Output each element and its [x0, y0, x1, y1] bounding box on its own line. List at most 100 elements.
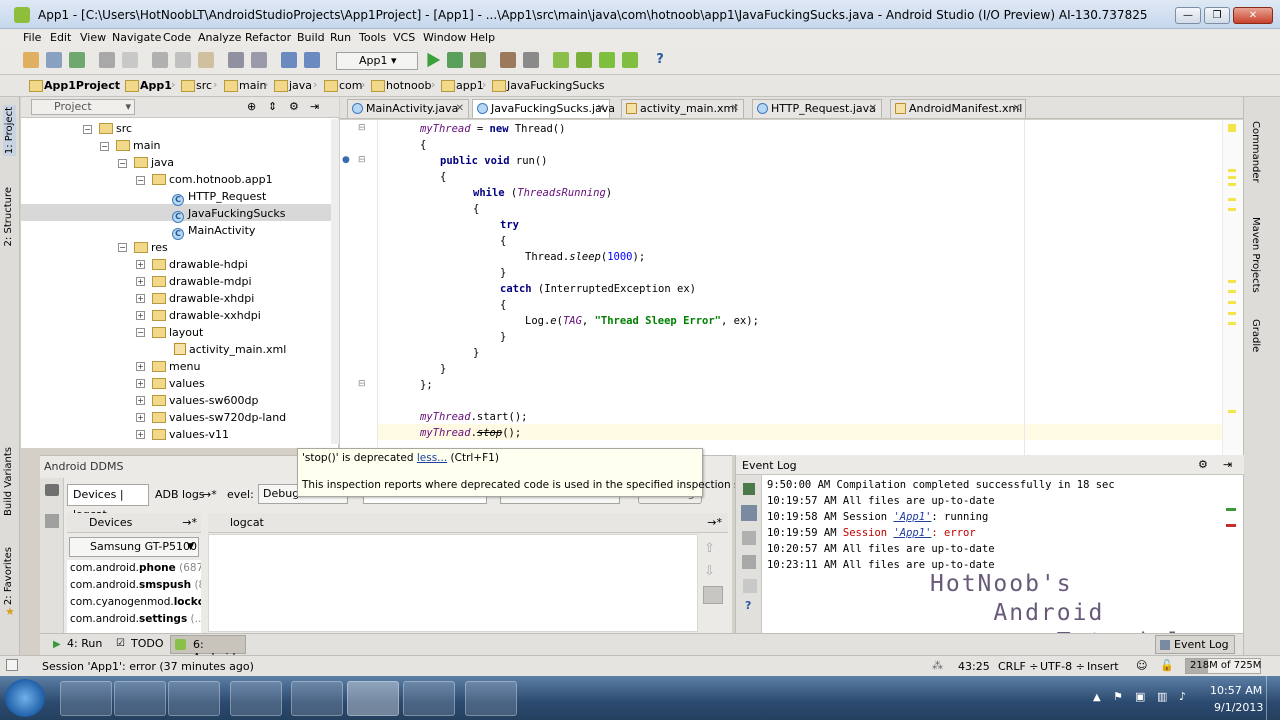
- code-editor[interactable]: ⊟ ● ⊟ ⊟ myThread = new Thread() { public…: [340, 120, 1243, 455]
- close-tab-icon[interactable]: ✕: [869, 100, 877, 117]
- warning-mark[interactable]: [1228, 280, 1236, 283]
- find-icon[interactable]: [228, 52, 244, 68]
- tab-adb-logs[interactable]: ADB logs: [155, 488, 205, 501]
- inspector-icon[interactable]: ☺: [1136, 659, 1147, 672]
- maximize-button[interactable]: ❐: [1204, 7, 1230, 24]
- tree-toggle[interactable]: +: [136, 362, 145, 371]
- media-player-icon[interactable]: [168, 681, 220, 716]
- tab-favorites[interactable]: 2: Favorites: [3, 547, 14, 605]
- process-item[interactable]: com.android.settings (...: [70, 611, 201, 628]
- tray-network-icon[interactable]: ▥: [1157, 690, 1167, 703]
- breadcrumb-java[interactable]: java: [274, 79, 312, 92]
- editor-gutter[interactable]: ⊟ ● ⊟ ⊟: [340, 120, 378, 455]
- tree-toggle[interactable]: +: [136, 260, 145, 269]
- project-structure-icon[interactable]: [500, 52, 516, 68]
- chrome-icon[interactable]: [230, 681, 282, 716]
- tree-node[interactable]: values-sw720dp-land: [152, 409, 286, 426]
- tree-toggle[interactable]: −: [136, 328, 145, 337]
- menu-code[interactable]: Code: [163, 31, 191, 44]
- project-scrollbar[interactable]: [331, 119, 339, 444]
- tree-node[interactable]: drawable-xhdpi: [152, 290, 254, 307]
- undo-icon[interactable]: [99, 52, 115, 68]
- help-icon[interactable]: ?: [652, 52, 668, 68]
- android-icon[interactable]: [622, 52, 638, 68]
- fold-marker-icon[interactable]: ⊟: [358, 379, 366, 389]
- clock-time[interactable]: 10:57 AM: [1210, 684, 1262, 697]
- inspection-status-icon[interactable]: [1228, 124, 1236, 132]
- command-prompt-icon[interactable]: [403, 681, 455, 716]
- warning-mark[interactable]: [1228, 322, 1236, 325]
- tree-toggle[interactable]: −: [118, 243, 127, 252]
- menu-edit[interactable]: Edit: [50, 31, 71, 44]
- warning-mark[interactable]: [1228, 312, 1236, 315]
- menu-build[interactable]: Build: [297, 31, 325, 44]
- warning-mark[interactable]: [1228, 410, 1236, 413]
- process-item[interactable]: com.android.smspush (8: [70, 577, 201, 594]
- tree-node[interactable]: layout: [152, 324, 203, 341]
- close-button[interactable]: ✕: [1233, 7, 1273, 24]
- tree-toggle[interactable]: +: [136, 396, 145, 405]
- breadcrumb-hotnoob[interactable]: hotnoob: [371, 79, 431, 92]
- tab-structure-tool[interactable]: 2: Structure: [3, 187, 14, 246]
- scroll-to-end-icon[interactable]: [703, 586, 723, 604]
- run-config-dropdown[interactable]: App1 ▾: [336, 52, 418, 70]
- redo-icon[interactable]: [122, 52, 138, 68]
- run-icon[interactable]: [743, 483, 755, 495]
- settings-icon[interactable]: ⚙: [289, 100, 299, 113]
- breadcrumb-main[interactable]: main: [224, 79, 266, 92]
- caret-position[interactable]: 43:25: [958, 660, 990, 673]
- memory-indicator[interactable]: 218M of 725M: [1185, 658, 1261, 674]
- screen-capture-icon[interactable]: [45, 484, 59, 496]
- debug-icon[interactable]: [447, 52, 463, 68]
- menu-vcs[interactable]: VCS: [393, 31, 415, 44]
- internet-explorer-icon[interactable]: [60, 681, 112, 716]
- warning-mark[interactable]: [1228, 169, 1236, 172]
- breadcrumb-app1[interactable]: app1: [441, 79, 484, 92]
- status-message[interactable]: Session 'App1': error (37 minutes ago): [42, 660, 254, 673]
- window-title-bar[interactable]: App1 - [C:\Users\HotNoobLT\AndroidStudio…: [0, 0, 1280, 29]
- tree-toggle[interactable]: +: [136, 277, 145, 286]
- session-link[interactable]: 'App1': [893, 527, 931, 539]
- copy-icon[interactable]: [175, 52, 191, 68]
- scroll-up-icon[interactable]: ⇧: [704, 541, 715, 556]
- expand-icon[interactable]: [743, 579, 757, 593]
- tree-node[interactable]: values: [152, 375, 205, 392]
- menu-run[interactable]: Run: [330, 31, 351, 44]
- tree-toggle[interactable]: +: [136, 430, 145, 439]
- warning-mark[interactable]: [1228, 290, 1236, 293]
- tree-toggle[interactable]: −: [100, 142, 109, 151]
- open-icon[interactable]: [23, 52, 39, 68]
- back-icon[interactable]: [281, 52, 297, 68]
- tree-toggle[interactable]: +: [136, 379, 145, 388]
- tab-activity-main-xml[interactable]: activity_main.xml ✕: [621, 99, 744, 118]
- warning-mark[interactable]: [1228, 208, 1236, 211]
- breadcrumb-com[interactable]: com: [324, 79, 363, 92]
- session-link[interactable]: 'App1': [893, 511, 931, 523]
- breadcrumb-class[interactable]: JavaFuckingSucks: [492, 79, 604, 92]
- tree-toggle[interactable]: +: [136, 311, 145, 320]
- cut-icon[interactable]: [152, 52, 168, 68]
- tree-node[interactable]: C HTTP_Request: [172, 188, 266, 206]
- settings-icon[interactable]: [742, 555, 756, 569]
- fold-marker-icon[interactable]: ⊟: [358, 155, 366, 165]
- settings-icon[interactable]: [523, 52, 539, 68]
- menu-file[interactable]: File: [23, 31, 41, 44]
- collapse-all-icon[interactable]: ⇕: [268, 100, 277, 113]
- tree-node[interactable]: menu: [152, 358, 200, 375]
- scroll-from-source-icon[interactable]: ⊕: [247, 100, 256, 113]
- tab-http-request[interactable]: HTTP_Request.java ✕: [752, 99, 882, 118]
- tab-todo-tool[interactable]: TODO: [131, 637, 164, 650]
- tree-node[interactable]: values-v11: [152, 426, 229, 443]
- settings-icon[interactable]: [45, 514, 59, 528]
- tray-expand-icon[interactable]: ▲: [1093, 692, 1101, 703]
- forward-icon[interactable]: [304, 52, 320, 68]
- tree-node[interactable]: C MainActivity: [172, 222, 255, 240]
- tree-node[interactable]: drawable-xxhdpi: [152, 307, 261, 324]
- insert-mode[interactable]: Insert: [1087, 660, 1119, 673]
- line-separator[interactable]: CRLF ÷: [998, 660, 1039, 673]
- tab-run-tool[interactable]: 4: Run: [67, 637, 102, 650]
- paste-icon[interactable]: [198, 52, 214, 68]
- tab-gradle[interactable]: Gradle: [1250, 319, 1261, 352]
- scroll-down-icon[interactable]: ⇩: [704, 564, 715, 579]
- tab-javafuckingsucks[interactable]: JavaFuckingSucks.java ✕: [472, 99, 615, 118]
